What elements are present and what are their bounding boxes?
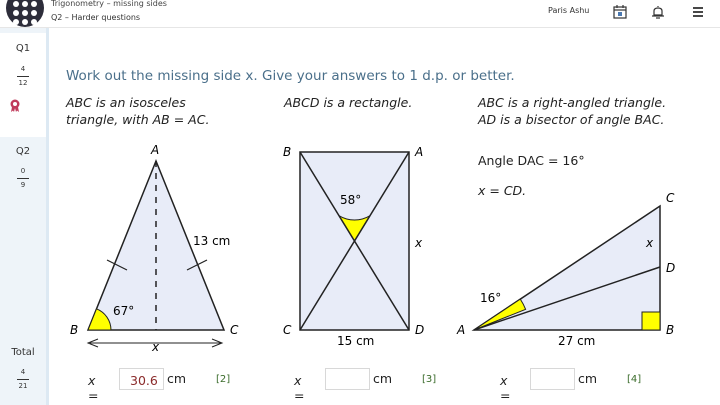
- part2-answer-input[interactable]: [325, 368, 370, 390]
- part3-answer-input[interactable]: [530, 368, 575, 390]
- angle-label-58: 58°: [340, 193, 361, 207]
- side-label-x: x: [414, 236, 423, 250]
- side-label-27cm: 27 cm: [558, 334, 595, 348]
- question-label: Q1: [15, 43, 31, 54]
- answer-unit: cm: [578, 371, 598, 386]
- diagram-rectangle: B A C D 58° x 15 cm: [283, 145, 424, 348]
- angle-label-16: 16°: [480, 291, 501, 305]
- side-label-13cm: 13 cm: [193, 234, 230, 248]
- part1-description: ABC is an isosceles triangle, with AB = …: [66, 95, 210, 127]
- part1-marks: [2]: [216, 374, 231, 385]
- question-score: 4 12: [0, 65, 46, 88]
- hamburger-menu-icon[interactable]: [690, 4, 706, 20]
- side-label-x: x: [645, 236, 654, 250]
- page-subtitle: Q2 – Harder questions: [51, 13, 141, 22]
- part1-answer-input[interactable]: [119, 368, 164, 390]
- score-numerator: 4: [20, 65, 26, 73]
- vertex-label-c: C: [283, 323, 292, 337]
- side-label-x: x: [151, 340, 160, 354]
- vertex-label-a: A: [414, 145, 423, 159]
- app: Trigonometry – missing sides Q2 – Harder…: [0, 0, 720, 405]
- answer-label: x =: [88, 373, 99, 403]
- sidebar-divider: [46, 28, 49, 405]
- diagram-right-triangle: C D B A 16° x 27 cm: [456, 191, 675, 348]
- answer-label: x =: [500, 373, 511, 403]
- part3-marks: [4]: [627, 374, 642, 385]
- sidebar-item-q2[interactable]: Q2 0 9: [0, 146, 46, 190]
- total-score: 4 21: [0, 368, 46, 391]
- vertex-label-c: C: [666, 191, 675, 205]
- total-denominator: 21: [18, 382, 28, 390]
- total-label: Total: [11, 347, 35, 358]
- header: Trigonometry – missing sides Q2 – Harder…: [0, 0, 720, 28]
- page-title: Trigonometry – missing sides: [51, 0, 167, 8]
- angle-label-67: 67°: [113, 304, 134, 318]
- score-denominator: 9: [20, 181, 26, 189]
- question-instruction: Work out the missing side x. Give your a…: [66, 68, 515, 84]
- user-name[interactable]: Paris Ashu: [548, 6, 589, 15]
- vertex-label-c: C: [230, 323, 239, 337]
- vertex-label-a: A: [456, 323, 465, 337]
- answer-label: x =: [294, 373, 305, 403]
- part3-description: ABC is a right-angled triangle. AD is a …: [478, 95, 667, 127]
- side-label-15cm: 15 cm: [337, 334, 374, 348]
- question-label: Q2: [15, 146, 31, 157]
- bell-icon[interactable]: [650, 4, 666, 20]
- part2-marks: [3]: [422, 374, 437, 385]
- answer-unit: cm: [167, 371, 187, 386]
- part2-description: ABCD is a rectangle.: [284, 95, 413, 110]
- question-score: 0 9: [0, 167, 46, 190]
- score-denominator: 12: [18, 79, 28, 87]
- total-numerator: 4: [20, 368, 26, 376]
- calendar-icon[interactable]: [612, 4, 628, 20]
- menu-grid-icon[interactable]: [6, 0, 44, 27]
- vertex-label-b: B: [666, 323, 674, 337]
- answer-unit: cm: [373, 371, 393, 386]
- vertex-label-d: D: [666, 261, 675, 275]
- right-angle-marker: [641, 311, 661, 331]
- award-ribbon-icon: [10, 99, 20, 112]
- vertex-label-a: A: [150, 143, 159, 157]
- diagram-isosceles-triangle: A B C 13 cm 67° x: [70, 143, 239, 354]
- sidebar-total: Total 4 21: [0, 347, 46, 391]
- sidebar-item-q1[interactable]: Q1 4 12: [0, 33, 46, 137]
- vertex-label-b: B: [283, 145, 291, 159]
- vertex-label-b: B: [70, 323, 78, 337]
- score-numerator: 0: [20, 167, 26, 175]
- vertex-label-d: D: [415, 323, 424, 337]
- part3-given-angle: Angle DAC = 16°: [478, 153, 585, 168]
